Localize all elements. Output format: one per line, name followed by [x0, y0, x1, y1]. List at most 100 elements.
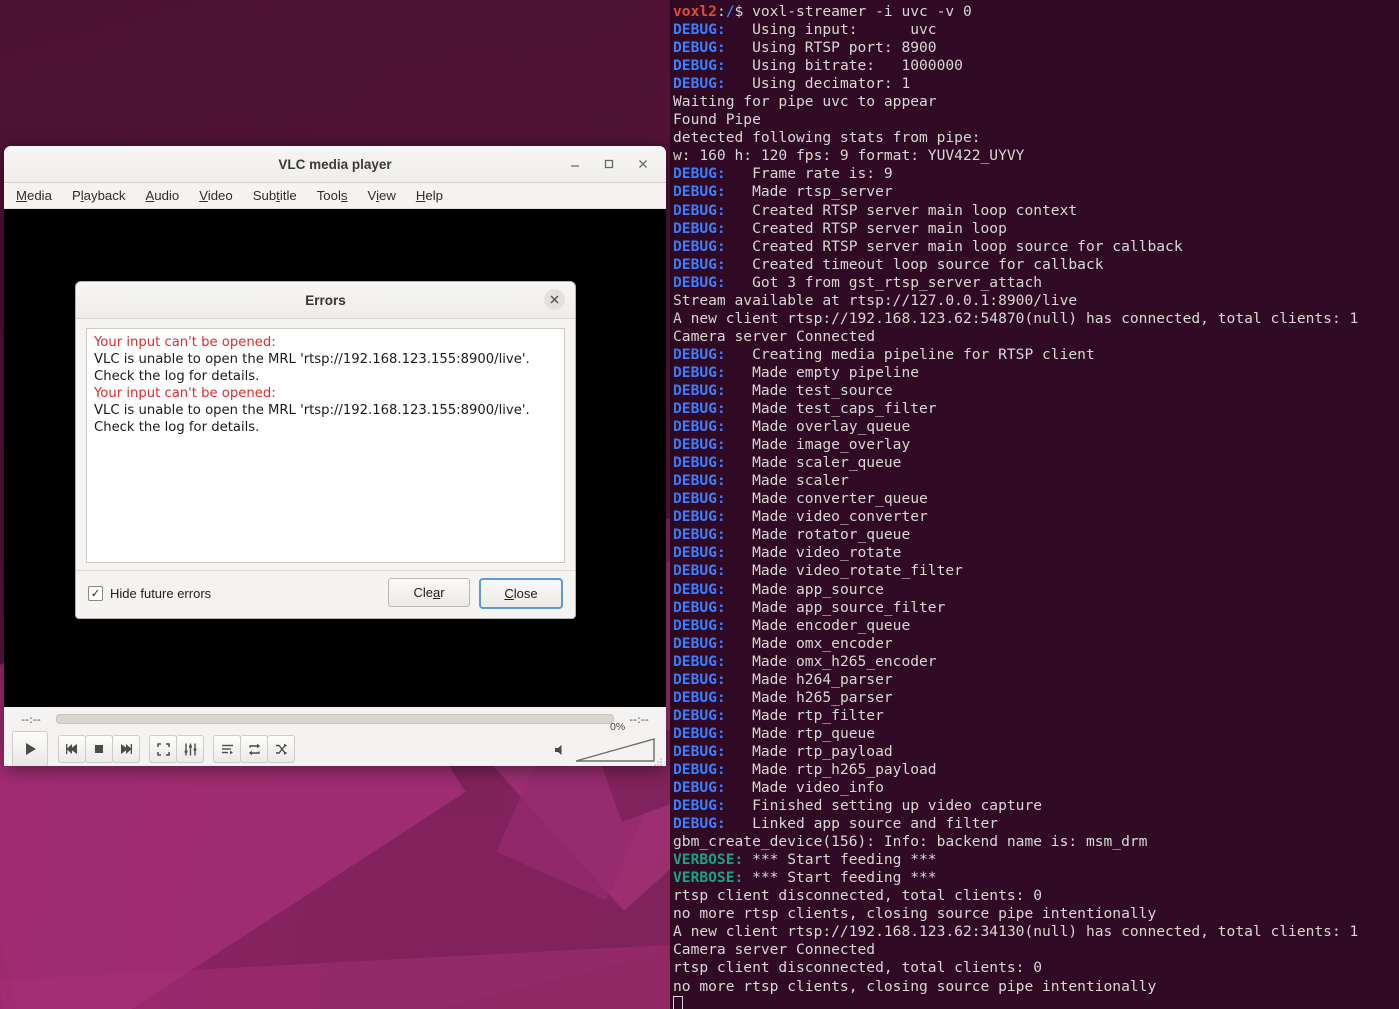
fullscreen-button[interactable] [149, 735, 177, 763]
terminal-line-debug: DEBUG: Made app_source_filter [673, 598, 946, 616]
vlc-menubar: Media Playback Audio Video Subtitle Tools View… [4, 183, 666, 209]
speaker-icon[interactable] [553, 742, 569, 763]
menu-item-help[interactable]: Help [414, 186, 445, 205]
clear-button[interactable]: Cle a r [388, 577, 470, 607]
terminal-line-debug: DEBUG: Got 3 from gst_rtsp_server_attach [673, 273, 1043, 291]
menu-item-media[interactable]: Media [14, 186, 54, 205]
terminal-line: Stream available at rtsp://127.0.0.1:890… [673, 291, 1078, 309]
terminal-prompt-line: voxl2:/$ voxl-streamer -i uvc -v 0 [673, 3, 972, 20]
hide-future-errors-label: Hide future errors [110, 585, 212, 601]
previous-button[interactable] [58, 735, 86, 763]
terminal-line: Camera server Connected [673, 327, 876, 345]
terminal-line-debug: DEBUG: Created RTSP server main loop con… [673, 201, 1078, 219]
loop-icon [248, 743, 260, 755]
terminal-cursor [673, 995, 1399, 1009]
terminal-line: Camera server Connected [673, 941, 876, 959]
terminal-line-debug: DEBUG: Finished setting up video capture [673, 797, 1043, 815]
terminal-line-debug: DEBUG: Made video_rotate [673, 544, 902, 562]
screen: voxl2:/$ voxl-streamer -i uvc -v 0 DEBUG:… [0, 0, 1399, 1009]
menu-item-view[interactable]: View [366, 186, 398, 205]
terminal-line-debug: DEBUG: Made test_caps_filter [673, 400, 937, 418]
hide-future-errors-checkbox[interactable]: ✓ Hide future errors [88, 585, 212, 601]
errors-dialog-title: Errors [305, 292, 346, 308]
terminal-line-debug: DEBUG: Made rotator_queue [673, 526, 911, 544]
volume-percent-label: 0% [610, 721, 626, 733]
terminal-line-debug: DEBUG: Linked app source and filter [673, 815, 999, 833]
shuffle-icon [275, 743, 287, 755]
terminal-line-debug: DEBUG: Created RTSP server main loop [673, 219, 1007, 237]
menu-item-tools[interactable]: Tools [315, 186, 350, 205]
terminal-line: Waiting for pipe uvc to appear [673, 93, 937, 111]
terminal-line: detected following stats from pipe: [673, 129, 981, 147]
terminal-line-debug: DEBUG: Made image_overlay [673, 436, 911, 454]
terminal-line-verbose: VERBOSE: *** Start feeding *** [673, 851, 937, 869]
checkbox-indicator[interactable]: ✓ [88, 585, 103, 601]
terminal-line-debug: DEBUG: Using decimator: 1 [673, 75, 911, 93]
menu-item-subtitle[interactable]: Subtitle [251, 186, 299, 205]
errors-dialog-titlebar: Errors [76, 282, 575, 319]
terminal-line: rtsp client disconnected, total clients:… [673, 887, 1043, 905]
errors-dialog-footer: ✓ Hide future errors Cle a r Close [76, 570, 575, 615]
volume-ramp-icon [575, 738, 655, 762]
terminal-line: no more rtsp clients, closing source pip… [673, 977, 1157, 995]
elapsed-time: --:-- [21, 712, 41, 726]
terminal-line-debug: DEBUG: Made rtp_h265_payload [673, 760, 937, 778]
vlc-window-title: VLC media player [278, 156, 392, 172]
skip-group [58, 735, 140, 763]
terminal-line-debug: DEBUG: Made encoder_queue [673, 616, 911, 634]
seek-row: --:-- --:-- [4, 707, 666, 731]
error-message-list[interactable]: Your input can't be opened: VLC is unable… [86, 328, 565, 563]
terminal-line-debug: DEBUG: Frame rate is: 9 [673, 165, 893, 183]
terminal-line: w: 160 h: 120 fps: 9 format: YUV422_UYVY [673, 147, 1025, 165]
terminal-line: no more rtsp clients, closing source pip… [673, 905, 1157, 923]
errors-dialog[interactable]: Errors Your input can't be opened: VLC is… [75, 281, 576, 619]
extended-settings-button[interactable] [176, 735, 204, 763]
next-icon [121, 744, 132, 754]
volume-area[interactable]: 0% [553, 721, 656, 763]
terminal-line-debug: DEBUG: Creating media pipeline for RTSP … [673, 345, 1095, 363]
error-detail-line: Check the log for details. [94, 369, 260, 384]
minimize-icon[interactable] [566, 155, 584, 173]
previous-icon [66, 744, 77, 754]
loop-button[interactable] [240, 735, 268, 763]
terminal-line-debug: DEBUG: Made overlay_queue [673, 418, 911, 436]
maximize-icon[interactable] [600, 155, 618, 173]
terminal-window[interactable]: voxl2:/$ voxl-streamer -i uvc -v 0 DEBUG:… [670, 0, 1399, 1009]
close-button[interactable]: Close [479, 577, 563, 609]
terminal-line-debug: DEBUG: Made video_rotate_filter [673, 562, 963, 580]
terminal-line: gbm_create_device(156): Info: backend na… [673, 833, 1148, 851]
terminal-line-debug: DEBUG: Created RTSP server main loop sou… [673, 237, 1183, 255]
error-heading: Your input can't be opened: [94, 335, 276, 350]
seek-slider[interactable] [56, 714, 614, 724]
terminal-line-debug: DEBUG: Made rtp_queue [673, 724, 876, 742]
terminal-line-debug: DEBUG: Using bitrate: 1000000 [673, 57, 963, 75]
stop-button[interactable] [85, 735, 113, 763]
terminal-line-debug: DEBUG: Made h265_parser [673, 688, 893, 706]
menu-item-audio[interactable]: Audio [143, 186, 181, 205]
terminal-line-debug: DEBUG: Made h264_parser [673, 670, 893, 688]
fullscreen-icon [156, 742, 170, 756]
terminal-line-verbose: VERBOSE: *** Start feeding *** [673, 869, 937, 887]
volume-slider[interactable]: 0% [574, 721, 656, 763]
stop-icon [95, 745, 103, 753]
menu-item-video[interactable]: Video [197, 186, 235, 205]
close-icon[interactable] [634, 155, 652, 173]
terminal-line-debug: DEBUG: Using input: uvc [673, 21, 937, 39]
resize-grip[interactable] [653, 754, 663, 766]
close-icon[interactable] [544, 289, 565, 310]
terminal-output: voxl2:/$ voxl-streamer -i uvc -v 0 DEBUG:… [670, 3, 1399, 1009]
play-button[interactable] [12, 731, 48, 766]
playlist-group [213, 735, 295, 763]
shuffle-button[interactable] [267, 735, 295, 763]
playlist-icon [221, 744, 233, 754]
terminal-line-debug: DEBUG: Made converter_queue [673, 490, 928, 508]
terminal-line-debug: DEBUG: Made rtp_payload [673, 742, 893, 760]
terminal-line-debug: DEBUG: Made scaler [673, 472, 849, 490]
next-button[interactable] [112, 735, 140, 763]
playlist-button[interactable] [213, 735, 241, 763]
terminal-line-debug: DEBUG: Made app_source [673, 580, 884, 598]
terminal-line: A new client rtsp://192.168.123.62:54870… [673, 309, 1359, 327]
errors-dialog-body: Your input can't be opened: VLC is unable… [76, 319, 575, 563]
menu-item-playback[interactable]: Playback [70, 186, 128, 205]
terminal-line: rtsp client disconnected, total clients:… [673, 959, 1043, 977]
